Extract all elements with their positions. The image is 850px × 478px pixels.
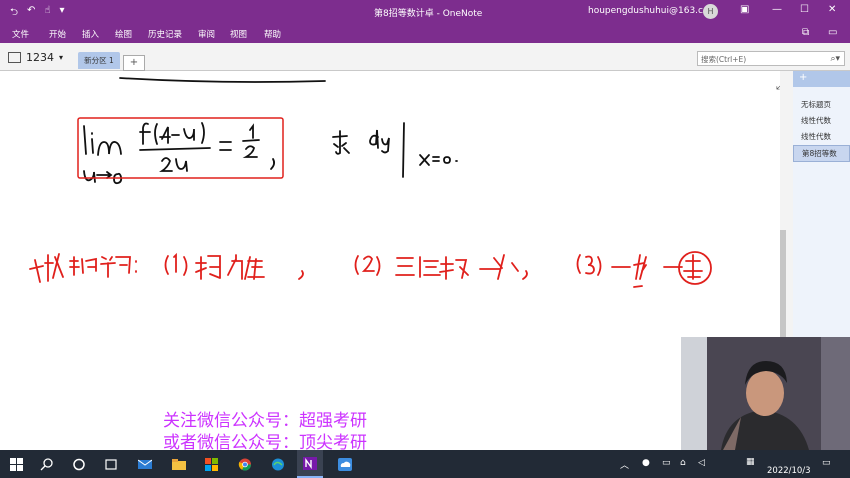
ink-red-zhi (683, 254, 703, 280)
ink-parens (154, 122, 205, 145)
menu-help[interactable]: 帮助 (264, 28, 281, 40)
notebook-bar: 1234 ▾ 新分区 1 + 搜索(Ctrl+E) ⌕▾ (0, 43, 850, 71)
ink-red-word3 (100, 256, 131, 278)
onenote-taskbar-button[interactable] (297, 450, 323, 478)
ink-red-circle (678, 251, 712, 285)
back-icon[interactable]: ⮌ (10, 5, 18, 22)
file-explorer-icon[interactable] (172, 458, 186, 471)
menu-draw[interactable]: 绘图 (115, 28, 132, 40)
handwritten-ink (29, 77, 712, 288)
ink-red-semi1 (298, 270, 304, 280)
ink-red-t2 (395, 254, 519, 280)
volume-icon[interactable]: ◁ (698, 458, 705, 468)
scrollbar[interactable] (780, 230, 786, 340)
ink-i (91, 132, 94, 154)
edge-icon[interactable] (271, 458, 285, 471)
comments-icon[interactable]: ▭ (828, 27, 837, 38)
onenote-icon (303, 457, 317, 470)
page-item-linear-algebra-2[interactable]: 线性代数 (801, 131, 831, 142)
menu-bar: 文件 开始 插入 绘图 历史记录 审阅 视图 帮助 ⧉ ▭ (0, 24, 850, 43)
menu-file[interactable]: 文件 (12, 28, 29, 40)
chrome-icon[interactable] (238, 458, 252, 471)
menu-review[interactable]: 审阅 (198, 28, 215, 40)
ink-2u (159, 157, 188, 172)
ink-line-top (119, 77, 326, 83)
page-item-active[interactable]: 第8招等数 (793, 145, 850, 162)
ink-red-3 (576, 254, 602, 276)
mail-icon[interactable] (138, 458, 152, 471)
ink-qiu (332, 130, 350, 155)
ink-red-semi2 (522, 270, 528, 280)
windows-start-icon[interactable] (10, 458, 24, 471)
ink-u-to-0 (83, 170, 123, 185)
window-title: 第8招等数计卓 - OneNote (374, 9, 483, 19)
cloud-app-icon[interactable] (338, 458, 352, 471)
store-icon[interactable] (205, 458, 219, 471)
ink-red-word2 (69, 256, 97, 276)
taskbar-date[interactable]: 2022/10/3 (767, 466, 811, 476)
ink-4-u (159, 126, 195, 144)
ink-dy (369, 129, 390, 154)
ribbon-display-icon[interactable]: ▣ (740, 4, 749, 15)
menu-history[interactable]: 历史记录 (148, 28, 182, 40)
ime-icon[interactable]: ▦ (746, 457, 755, 467)
ink-red-1 (164, 252, 188, 276)
ink-red-t3a (611, 254, 683, 288)
add-page-button[interactable]: + (799, 72, 807, 83)
notebook-selector[interactable]: 1234 ▾ (8, 51, 63, 64)
ink-x-eq-0 (419, 154, 458, 166)
notifications-icon[interactable]: ▭ (822, 458, 831, 468)
ink-equals (219, 141, 232, 151)
close-icon[interactable]: ✕ (828, 4, 836, 15)
notebook-icon (8, 52, 21, 63)
network-icon[interactable]: ⌂ (680, 458, 686, 468)
page-item-linear-algebra-1[interactable]: 线性代数 (801, 115, 831, 126)
title-bar: ⮌ ↶ ☝ ▾ 第8招等数计卓 - OneNote houpengdushuhu… (0, 0, 850, 24)
ink-half (242, 123, 260, 158)
undo-icon[interactable]: ↶ (27, 5, 35, 22)
share-icon[interactable]: ⧉ (802, 27, 809, 38)
taskbar: ︿ ● ▭ ⌂ ◁ ▦ ▭ (0, 450, 850, 478)
quick-access-toolbar: ⮌ ↶ ☝ ▾ (10, 5, 65, 22)
task-view-icon[interactable] (104, 458, 118, 471)
page-item-untitled[interactable]: 无标题页 (801, 99, 831, 110)
tab-section-1[interactable]: 新分区 1 (78, 52, 120, 69)
maximize-icon[interactable]: ☐ (800, 4, 809, 15)
pages-header: + (793, 71, 850, 87)
add-section-button[interactable]: + (123, 55, 145, 71)
search-placeholder: 搜索(Ctrl+E) (701, 55, 747, 64)
notebook-name: 1234 (26, 51, 54, 64)
search-icon[interactable] (40, 458, 54, 471)
ink-red-t1a (195, 255, 221, 280)
menu-view[interactable]: 视图 (230, 28, 247, 40)
ink-red-t1b (227, 254, 265, 280)
presenter-video (681, 337, 850, 450)
ink-comma (270, 158, 276, 170)
search-input[interactable]: 搜索(Ctrl+E) ⌕▾ (697, 51, 845, 66)
ink-red-word1 (29, 253, 64, 283)
cortana-icon[interactable] (72, 458, 86, 471)
ink-f (139, 122, 151, 145)
avatar[interactable]: H (703, 4, 718, 19)
minimize-icon[interactable]: — (772, 4, 782, 15)
touch-mode-icon[interactable]: ☝ (44, 5, 50, 22)
menu-home[interactable]: 开始 (49, 28, 66, 40)
user-email[interactable]: houpengdushuhui@163.com (588, 6, 717, 16)
ink-l (83, 125, 87, 155)
customize-dropdown-icon[interactable]: ▾ (60, 5, 65, 22)
chevron-down-icon: ▾ (59, 53, 64, 62)
tray-chevron-icon[interactable]: ︿ (620, 458, 629, 471)
search-icon: ⌕▾ (830, 54, 840, 64)
battery-icon[interactable]: ▭ (662, 458, 671, 468)
webcam-overlay (681, 337, 850, 450)
ink-m (97, 141, 122, 156)
menu-insert[interactable]: 插入 (82, 28, 99, 40)
tray-app-icon[interactable]: ● (642, 458, 650, 468)
ink-fraction-bar (139, 147, 211, 151)
ink-red-2 (354, 255, 381, 276)
ink-bar (402, 122, 405, 178)
